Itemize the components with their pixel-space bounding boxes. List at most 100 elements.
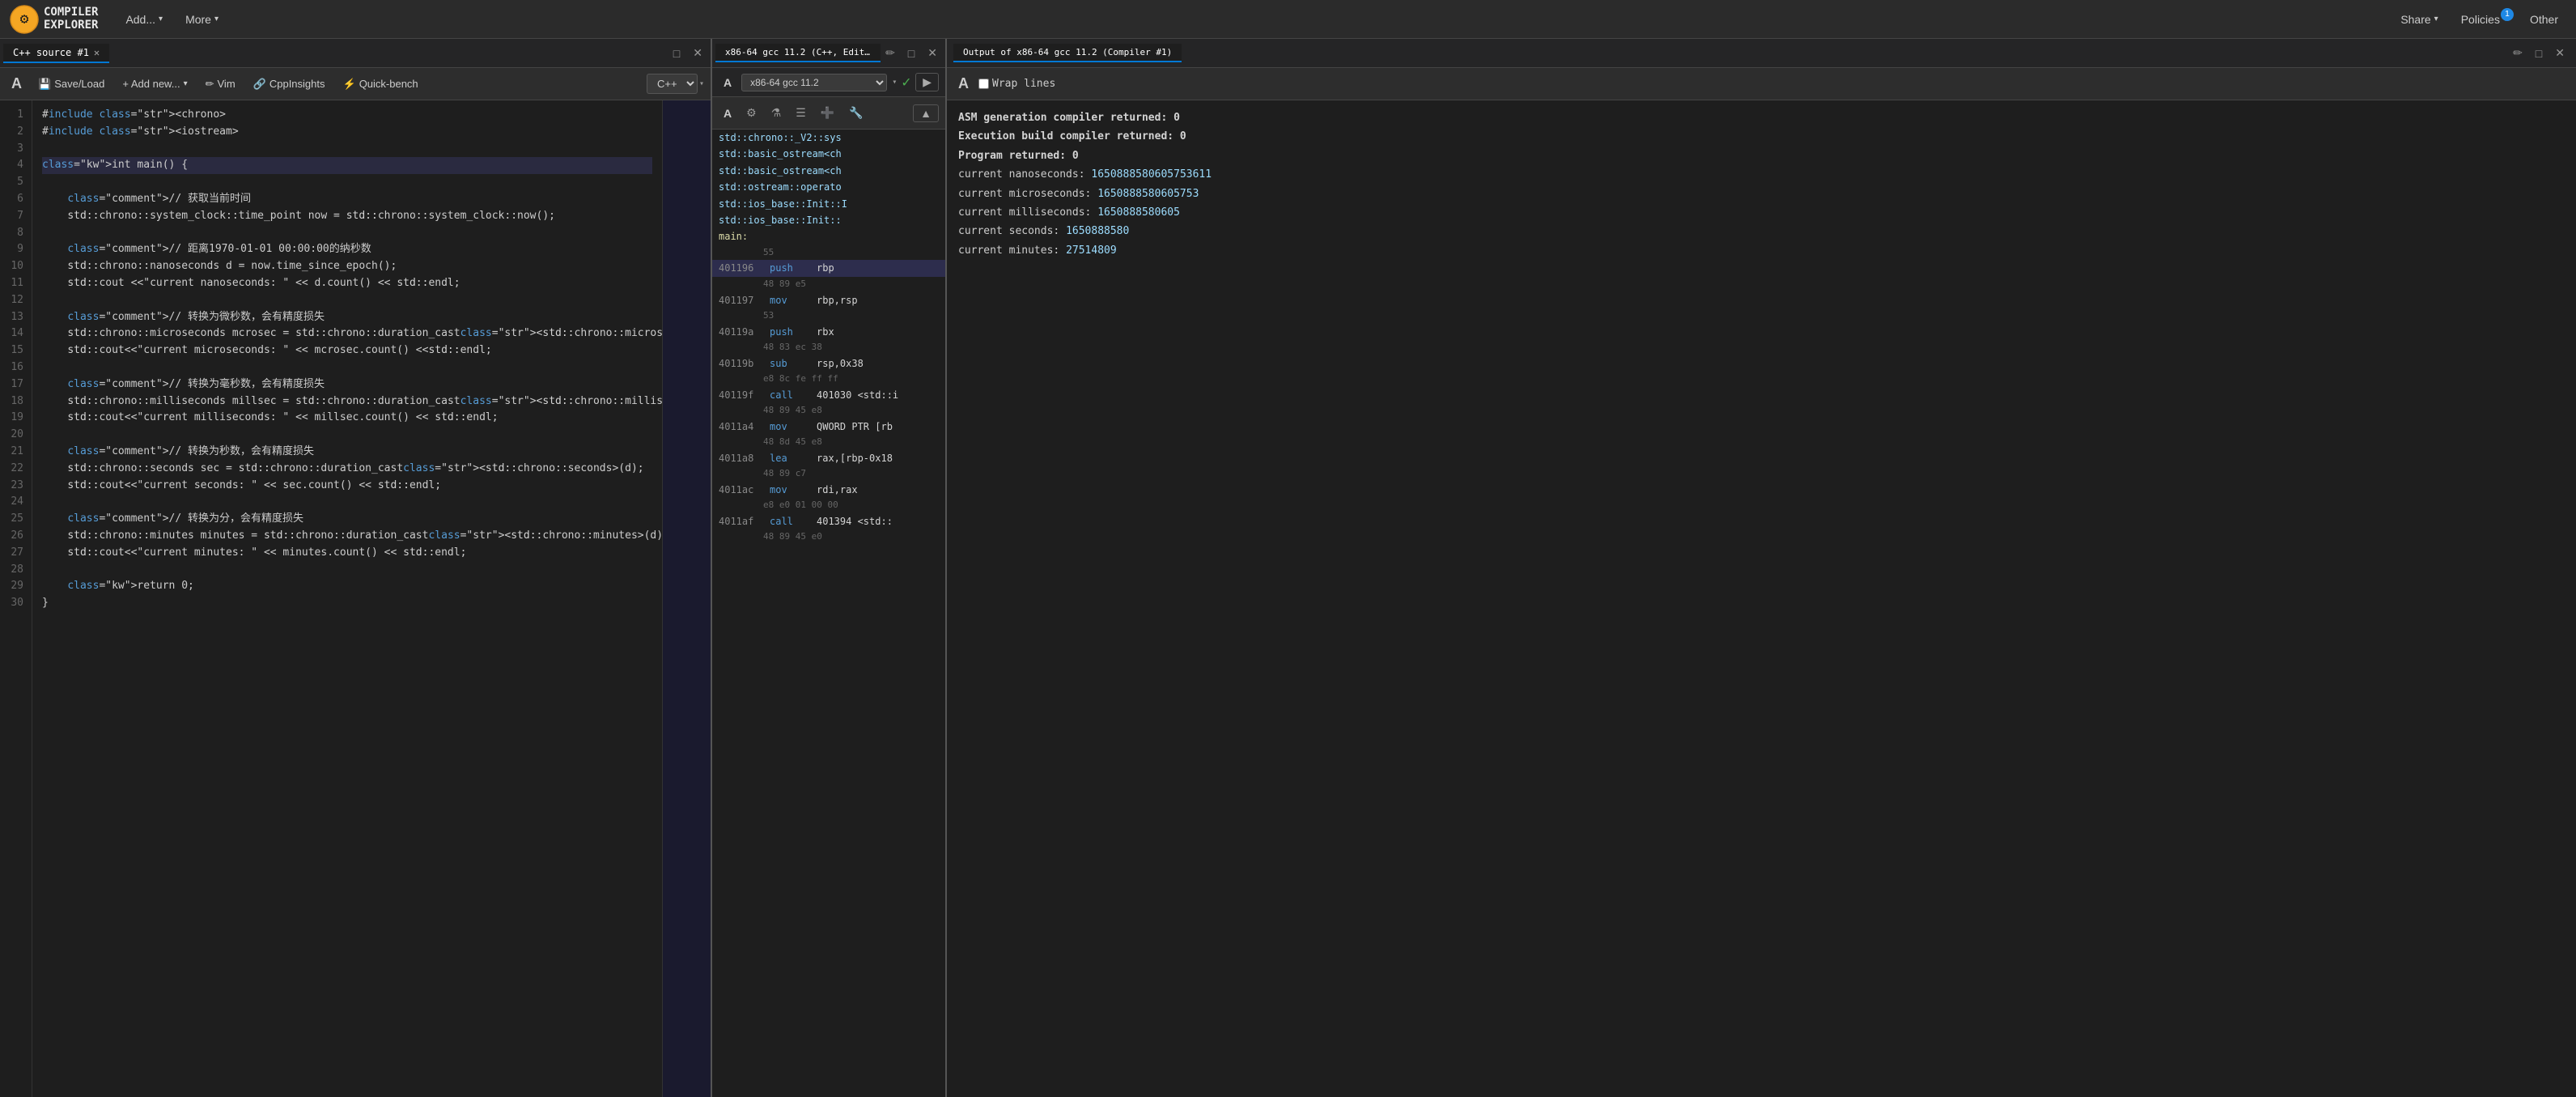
quick-bench-button[interactable]: ⚡ Quick-bench: [337, 75, 425, 93]
editor-panel-controls: □ ✕: [668, 45, 707, 62]
asm-bytes: 53: [712, 308, 945, 324]
vim-button[interactable]: ✏ Vim: [199, 75, 242, 93]
other-menu-button[interactable]: Other: [2522, 10, 2566, 29]
cpp-insights-button[interactable]: 🔗 CppInsights: [247, 75, 332, 93]
policies-button[interactable]: Policies 1 ▾: [2453, 10, 2515, 29]
output-panel: Output of x86-64 gcc 11.2 (Compiler #1) …: [947, 39, 2576, 1097]
compiler-select-row: A x86-64 gcc 11.2 ▾ ✓ ▶: [712, 68, 945, 97]
asm-instruction-row: 4011a8learax,[rbp-0x18: [712, 450, 945, 466]
output-tab[interactable]: Output of x86-64 gcc 11.2 (Compiler #1): [953, 44, 1182, 62]
asm-instruction-row: 4011afcall401394 <std::: [712, 513, 945, 529]
compile-run-button[interactable]: ▶: [915, 73, 939, 91]
add-new-button[interactable]: + Add new... ▾: [116, 75, 193, 92]
asm-bytes: 48 83 ec 38: [712, 340, 945, 355]
svg-text:⚙: ⚙: [20, 11, 29, 28]
more-chevron-icon: ▾: [214, 15, 219, 23]
asm-bytes: 48 89 e5: [712, 277, 945, 292]
output-line: current minutes: 27514809: [958, 241, 2565, 260]
code-line: std::chrono::seconds sec = std::chrono::…: [42, 461, 652, 478]
notification-badge: 1: [2501, 8, 2514, 21]
asm-instruction-row: 401197movrbp,rsp: [712, 292, 945, 308]
asm-layout-button[interactable]: ☰: [791, 104, 811, 121]
asm-settings-button[interactable]: ⚙: [741, 104, 762, 121]
asm-toolbar: A ⚙ ⚗ ☰ ➕ 🔧 ▲: [712, 97, 945, 130]
asm-bytes: e8 8c fe ff ff: [712, 372, 945, 387]
output-panel-controls: ✏ □ ✕: [2508, 45, 2570, 62]
editor-close-button[interactable]: ✕: [688, 45, 707, 62]
asm-content[interactable]: std::chrono::_V2::sysstd::basic_ostream<…: [712, 130, 945, 1097]
asm-line: std::basic_ostream<ch: [712, 146, 945, 162]
asm-nav-up[interactable]: ▲: [913, 104, 939, 122]
code-line: class="kw">return 0;: [42, 578, 652, 595]
compiler-explorer-logo: ⚙: [10, 5, 39, 34]
top-nav: ⚙ COMPILER EXPLORER Add... ▾ More ▾ Shar…: [0, 0, 2576, 39]
code-line: class="comment">// 转换为秒数，会有精度损失: [42, 444, 652, 461]
editor-tab-bar: C++ source #1 ✕ □ ✕: [0, 39, 711, 68]
asm-font-button[interactable]: A: [719, 74, 736, 91]
output-maximize-button[interactable]: □: [2531, 45, 2547, 62]
asm-bytes: 48 89 c7: [712, 466, 945, 482]
asm-close-button[interactable]: ✕: [923, 45, 942, 62]
output-content: ASM generation compiler returned: 0Execu…: [947, 100, 2576, 1097]
code-line: std::chrono::microseconds mcrosec = std:…: [42, 325, 652, 342]
code-line: std::chrono::system_clock::time_point no…: [42, 208, 652, 225]
asm-bytes: 48 8d 45 e8: [712, 435, 945, 450]
code-line: #include class="str"><chrono>: [42, 107, 652, 124]
language-select[interactable]: C++: [647, 74, 698, 94]
code-line: }: [42, 595, 652, 612]
asm-maximize-button[interactable]: □: [903, 45, 919, 62]
code-line: [42, 427, 652, 444]
code-line: class="comment">// 获取当前时间: [42, 191, 652, 208]
asm-instruction-row: 4011acmovrdi,rax: [712, 482, 945, 498]
code-line: [42, 494, 652, 511]
asm-main-label: main:: [712, 228, 945, 244]
output-edit-button[interactable]: ✏: [2508, 45, 2527, 62]
output-close-button[interactable]: ✕: [2550, 45, 2570, 62]
asm-line: std::basic_ostream<ch: [712, 163, 945, 179]
asm-bytes: 48 89 45 e0: [712, 529, 945, 545]
editor-tab-label: C++ source #1: [13, 47, 89, 58]
code-line: [42, 174, 652, 191]
code-line: [42, 225, 652, 242]
wrap-lines-checkbox[interactable]: [978, 79, 989, 89]
wrap-lines-label[interactable]: Wrap lines: [978, 78, 1055, 90]
asm-add-button[interactable]: ➕: [816, 104, 839, 121]
output-line: current seconds: 1650888580: [958, 222, 2565, 240]
code-line: class="comment">// 转换为毫秒数，会有精度损失: [42, 376, 652, 393]
add-menu-button[interactable]: Add... ▾: [117, 10, 171, 29]
code-line: #include class="str"><iostream>: [42, 124, 652, 141]
code-line: std::cout<<"current microseconds: " << m…: [42, 342, 652, 359]
more-menu-button[interactable]: More ▾: [177, 10, 227, 29]
asm-wrench-button[interactable]: 🔧: [844, 104, 868, 121]
asm-font-size-button[interactable]: A: [719, 105, 736, 121]
quick-bench-icon: ⚡: [343, 78, 356, 91]
share-button[interactable]: Share ▾: [2392, 10, 2446, 29]
nav-right: Share ▾ Policies 1 ▾ Other: [2392, 10, 2566, 29]
editor-maximize-button[interactable]: □: [668, 45, 685, 62]
asm-tab-bar: x86-64 gcc 11.2 (C++, Editor #1, Compile…: [712, 39, 945, 68]
font-size-button[interactable]: A: [6, 74, 27, 94]
editor-tab-cpp[interactable]: C++ source #1 ✕: [3, 44, 109, 63]
code-line: std::chrono::minutes minutes = std::chro…: [42, 528, 652, 545]
asm-line: std::ostream::operato: [712, 179, 945, 195]
output-font-button[interactable]: A: [953, 74, 974, 94]
save-load-button[interactable]: 💾 Save/Load: [32, 75, 111, 93]
asm-line: std::ios_base::Init::: [712, 212, 945, 228]
asm-line: std::ios_base::Init::I: [712, 196, 945, 212]
main-area: C++ source #1 ✕ □ ✕ A 💾 Save/Load + Add …: [0, 39, 2576, 1097]
add-new-chevron-icon: ▾: [184, 79, 188, 88]
code-line: [42, 359, 652, 376]
asm-tab[interactable]: x86-64 gcc 11.2 (C++, Editor #1, Compile…: [715, 44, 881, 62]
asm-line: std::chrono::_V2::sys: [712, 130, 945, 146]
code-line: std::cout<<"current milliseconds: " << m…: [42, 410, 652, 427]
code-line: class="kw">int main() {: [42, 157, 652, 174]
asm-instruction-row: 40119bsubrsp,0x38: [712, 355, 945, 372]
asm-filter-button[interactable]: ⚗: [766, 104, 787, 121]
code-content[interactable]: #include class="str"><chrono>#include cl…: [32, 100, 662, 1097]
editor-tab-close[interactable]: ✕: [94, 47, 100, 58]
asm-instruction-row: 40119fcall401030 <std::i: [712, 387, 945, 403]
output-line: Program returned: 0: [958, 147, 2565, 165]
compiler-select[interactable]: x86-64 gcc 11.2: [741, 74, 887, 91]
asm-edit-button[interactable]: ✏: [881, 45, 900, 62]
output-line: Execution build compiler returned: 0: [958, 127, 2565, 146]
